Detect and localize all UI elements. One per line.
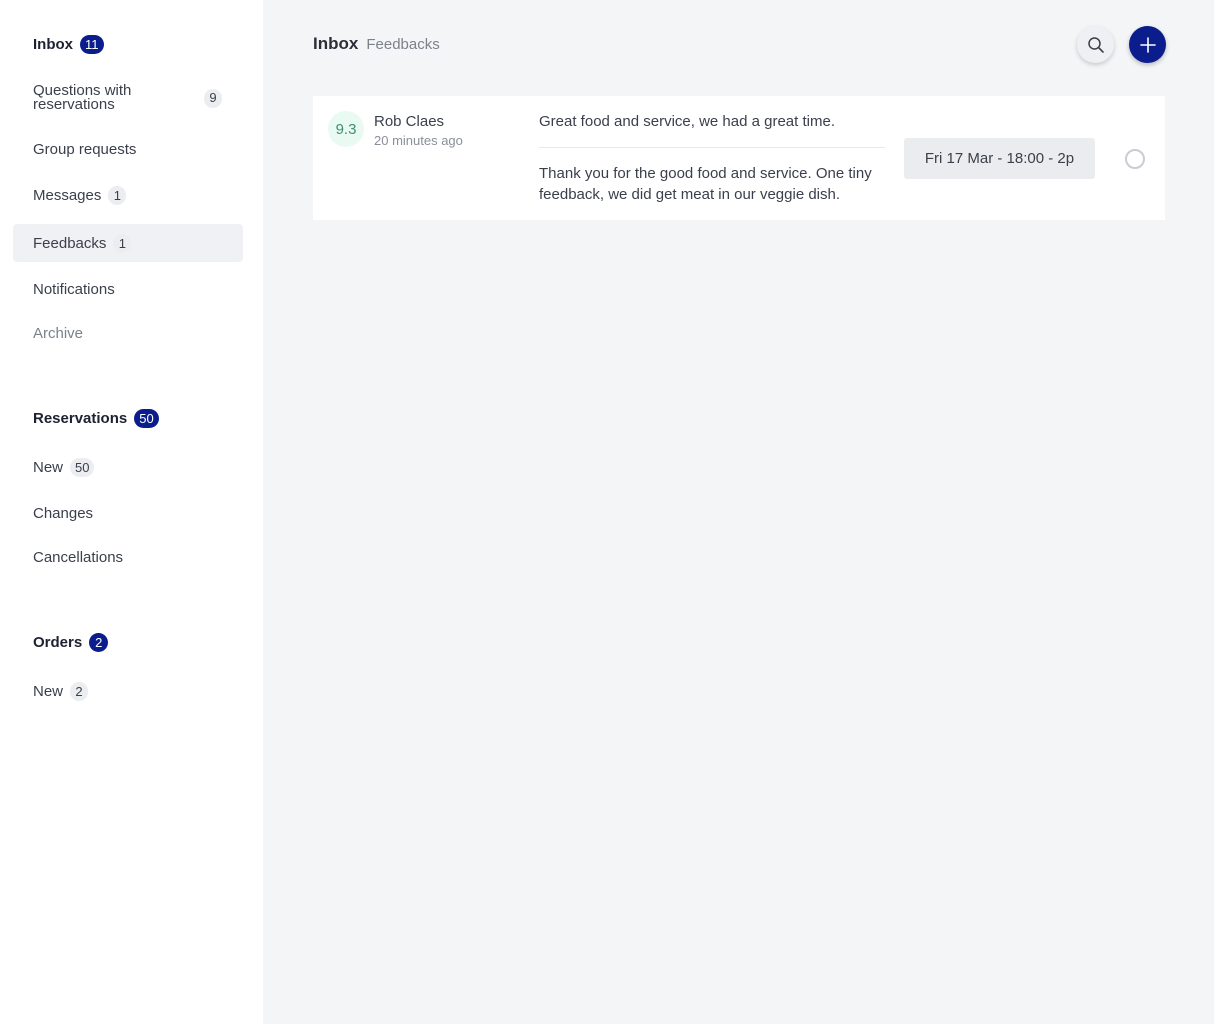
sidebar-item-label: New (33, 458, 64, 476)
sidebar-item-label: Questions with reservations (33, 82, 132, 113)
orders-count-badge: 2 (89, 633, 109, 652)
sidebar-item-label: New (33, 682, 64, 700)
page-title: Inbox (313, 34, 359, 53)
sidebar-item-label: Cancellations (33, 548, 124, 566)
sidebar-item-label: Feedbacks (33, 234, 107, 252)
sidebar-item-feedbacks[interactable]: Feedbacks 1 (13, 224, 243, 262)
reservations-section-header[interactable]: Reservations 50 (33, 409, 159, 428)
feedback-card[interactable]: 9.3 Rob Claes 20 minutes ago Great food … (313, 96, 1165, 220)
breadcrumb: Inbox Feedbacks (313, 34, 440, 54)
sidebar-item-cancellations[interactable]: Cancellations (13, 538, 243, 576)
feedback-body: Thank you for the good food and service.… (539, 165, 872, 203)
sidebar-item-changes[interactable]: Changes (13, 494, 243, 532)
reservation-badge[interactable]: Fri 17 Mar - 18:00 - 2p (904, 138, 1095, 179)
sidebar: Inbox 11 Questions with reservations 9 G… (0, 0, 263, 1024)
guest-name: Rob Claes (374, 113, 445, 130)
page-subtitle: Feedbacks (366, 36, 440, 53)
add-button[interactable] (1129, 26, 1166, 63)
count-badge: 1 (108, 185, 127, 205)
search-icon (1087, 36, 1104, 53)
reservations-count-badge: 50 (134, 409, 159, 428)
timestamp: 20 minutes ago (374, 133, 463, 148)
sidebar-item-label: Group requests (33, 140, 137, 158)
inbox-section-header[interactable]: Inbox 11 (33, 35, 104, 54)
count-badge: 1 (113, 233, 132, 253)
sidebar-item-messages[interactable]: Messages 1 (13, 176, 243, 214)
orders-heading: Orders (33, 634, 83, 651)
count-badge: 2 (70, 681, 89, 701)
sidebar-item-archive[interactable]: Archive (13, 314, 243, 352)
select-radio[interactable] (1125, 149, 1145, 169)
sidebar-item-label: Messages (33, 186, 102, 204)
count-badge: 50 (70, 457, 95, 477)
plus-icon (1139, 36, 1156, 53)
sidebar-item-orders-new[interactable]: New 2 (13, 672, 243, 710)
sidebar-item-reservations-new[interactable]: New 50 (13, 448, 243, 486)
inbox-count-badge: 11 (80, 35, 104, 54)
sidebar-item-label: Notifications (33, 280, 115, 298)
sidebar-item-label: Changes (33, 504, 94, 522)
sidebar-item-questions-with-reservations[interactable]: Questions with reservations 9 (13, 78, 243, 118)
inbox-heading: Inbox (33, 36, 73, 53)
sidebar-item-group-requests[interactable]: Group requests (13, 130, 243, 168)
feedback-title: Great food and service, we had a great t… (539, 113, 835, 130)
sidebar-item-label: Archive (33, 324, 84, 342)
search-button[interactable] (1077, 26, 1114, 63)
orders-section-header[interactable]: Orders 2 (33, 633, 109, 652)
count-badge: 9 (204, 88, 222, 108)
sidebar-item-notifications[interactable]: Notifications (13, 270, 243, 308)
score-badge: 9.3 (328, 111, 364, 147)
divider (539, 147, 885, 148)
reservations-heading: Reservations (33, 410, 128, 427)
